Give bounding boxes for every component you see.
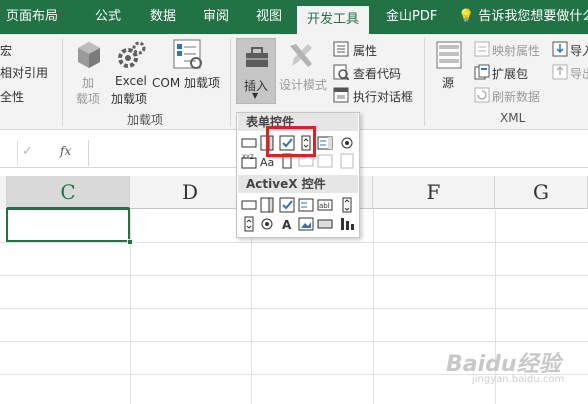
tab-formulas[interactable]: 公式 — [95, 0, 121, 34]
addins-group-label: 加载项 — [127, 113, 164, 127]
activex-spin-button-icon[interactable] — [241, 216, 257, 232]
activex-checkbox-icon[interactable] — [279, 197, 295, 213]
activex-text-box-icon[interactable]: abl — [317, 197, 333, 213]
tab-kingsoft-pdf[interactable]: 金山PDF — [386, 0, 437, 34]
excel-addins-label-1: Excel — [115, 74, 147, 88]
addins-label-1: 加 — [82, 76, 95, 90]
toolbox-icon — [246, 47, 268, 67]
gridline — [0, 242, 588, 243]
option-button-control-icon[interactable] — [339, 135, 355, 151]
activex-combo-box-icon[interactable] — [259, 197, 275, 213]
group-box-control-icon[interactable]: XYZ — [241, 153, 257, 169]
cancel-icon[interactable]: ✓ — [22, 144, 33, 159]
insert-function-button[interactable]: fx — [60, 144, 71, 158]
refresh-icon — [474, 87, 490, 103]
run-dialog-label: 执行对话框 — [353, 90, 414, 104]
tell-me-search[interactable]: 💡 告诉我您想要做什么 — [458, 0, 588, 34]
view-code-icon — [333, 64, 349, 80]
tell-me-label: 告诉我您想要做什么 — [478, 9, 588, 24]
row-header-strip — [0, 176, 7, 209]
divider — [230, 38, 231, 126]
gridline — [0, 275, 588, 276]
view-code-label: 查看代码 — [353, 67, 402, 81]
excel-addins-label-2: 加载项 — [111, 92, 148, 106]
combo-drop-control-icon — [340, 153, 354, 169]
insert-control-button[interactable]: 插入 ▼ — [236, 38, 276, 104]
run-dialog-icon — [333, 87, 349, 103]
svg-text:Aa: Aa — [260, 156, 274, 169]
macro-security-button[interactable]: 全性 — [0, 88, 24, 105]
tab-view[interactable]: 视图 — [256, 0, 282, 34]
tab-developer[interactable]: 开发工具 — [297, 6, 370, 34]
expansion-packs-icon — [474, 64, 490, 80]
xml-source-label: 源 — [442, 76, 455, 90]
svg-text:abl: abl — [319, 202, 330, 210]
activex-scroll-bar-icon[interactable] — [339, 197, 355, 213]
import-label: 导入 — [570, 44, 588, 58]
divider — [62, 38, 63, 126]
activex-more-controls-icon[interactable] — [339, 216, 355, 232]
relative-reference-button[interactable]: 相对引用 — [0, 64, 48, 81]
activex-label-icon[interactable]: A — [279, 216, 295, 232]
activex-controls-header: ActiveX 控件 — [238, 175, 358, 193]
activex-image-icon[interactable] — [298, 216, 314, 232]
activex-button-icon[interactable] — [241, 197, 257, 213]
column-header-f[interactable]: F — [373, 176, 495, 209]
combo-list-control-icon — [317, 154, 333, 168]
column-header-c[interactable]: C — [7, 176, 130, 209]
activex-list-box-icon[interactable] — [298, 197, 314, 213]
gear-icon — [118, 41, 146, 68]
active-cell[interactable] — [6, 208, 130, 242]
map-properties-icon — [474, 41, 490, 57]
lightbulb-icon: 💡 — [458, 9, 475, 24]
xml-group-label: XML — [500, 111, 526, 125]
list-box-control-icon[interactable] — [317, 135, 333, 151]
design-mode-icon — [290, 44, 312, 67]
properties-icon — [333, 41, 349, 57]
com-addins-label: COM 加载项 — [152, 76, 220, 90]
gridline — [373, 210, 374, 404]
map-properties-label: 映射属性 — [492, 44, 541, 58]
activex-option-button-icon[interactable] — [259, 216, 275, 232]
menu-bar: 页面布局 公式 数据 审阅 视图 开发工具 金山PDF 💡 告诉我您想要做什么 — [0, 0, 588, 34]
export-icon — [552, 64, 568, 80]
record-macro-button[interactable]: 宏 — [0, 42, 12, 59]
svg-text:A: A — [282, 218, 292, 232]
divider — [424, 38, 425, 126]
xml-source-icon — [436, 41, 462, 69]
import-icon — [552, 41, 568, 57]
gridline — [251, 210, 252, 404]
cube-icon — [78, 42, 100, 68]
fill-handle[interactable] — [127, 239, 133, 245]
tab-review[interactable]: 审阅 — [203, 0, 229, 34]
column-header-g[interactable]: G — [495, 176, 588, 209]
refresh-data-label: 刷新数据 — [492, 90, 541, 104]
gridline — [0, 308, 588, 309]
highlight-box — [266, 126, 316, 157]
addins-label-2: 载项 — [76, 92, 101, 106]
tab-data[interactable]: 数据 — [150, 0, 176, 34]
export-label: 导出 — [570, 67, 588, 81]
name-box[interactable] — [0, 140, 18, 166]
baidu-watermark-url: jingyan.baidu.com — [472, 374, 565, 385]
activex-toggle-button-icon[interactable] — [317, 216, 333, 232]
design-mode-label: 设计模式 — [279, 78, 328, 92]
column-header-d[interactable]: D — [130, 176, 251, 209]
chevron-down-icon: ▼ — [252, 91, 259, 100]
tab-page-layout[interactable]: 页面布局 — [6, 0, 58, 34]
expansion-packs-label: 扩展包 — [492, 67, 529, 81]
gridline — [0, 341, 588, 342]
button-control-icon[interactable] — [241, 135, 257, 151]
com-addins-icon — [173, 39, 202, 69]
properties-label: 属性 — [353, 44, 378, 58]
svg-text:XYZ: XYZ — [242, 154, 254, 161]
